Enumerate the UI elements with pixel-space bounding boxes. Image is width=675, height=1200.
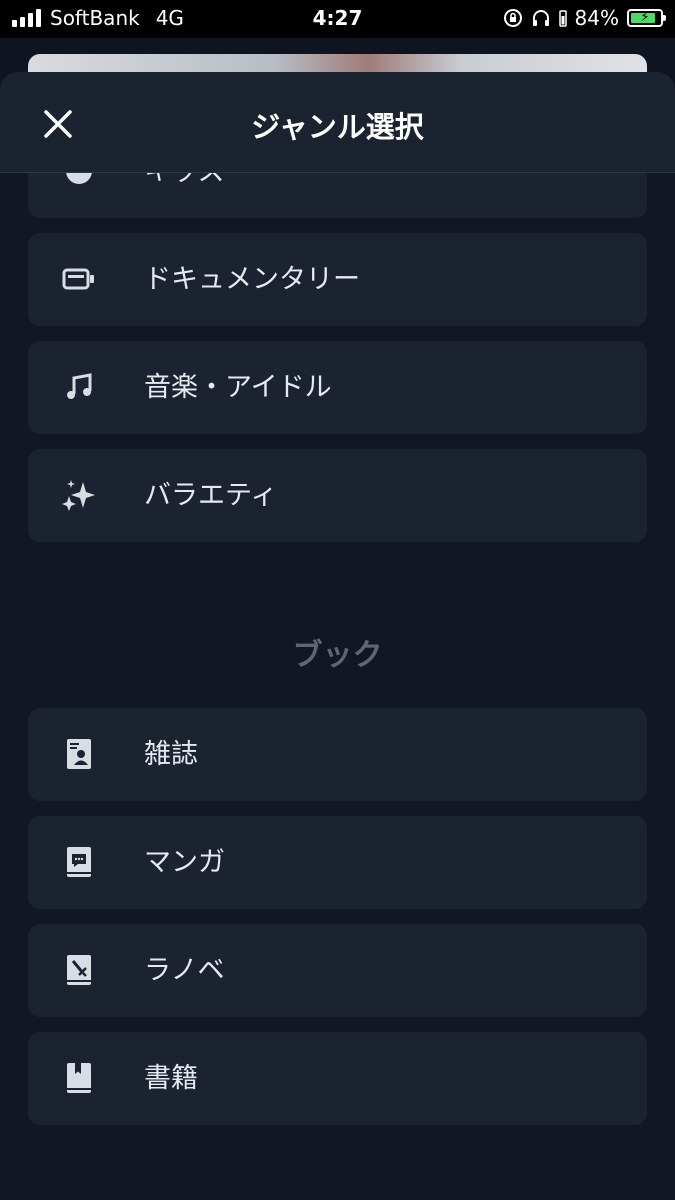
music-note-icon: [60, 368, 98, 406]
sparkles-icon: [60, 476, 98, 514]
genre-item-label: マンガ: [144, 847, 225, 878]
genre-item-music-idol[interactable]: 音楽・アイドル: [28, 341, 647, 434]
sheet-title: ジャンル選択: [251, 110, 424, 144]
genre-item-books[interactable]: 書籍: [28, 1032, 647, 1125]
camera-icon: [60, 260, 98, 298]
section-heading-book: ブック: [292, 638, 383, 673]
sheet-header: ジャンル選択: [0, 72, 675, 173]
manga-icon: [60, 843, 98, 881]
genre-item-light-novel[interactable]: ラノベ: [28, 924, 647, 1017]
genre-item-label: 書籍: [144, 1063, 198, 1094]
book-icon: [60, 1059, 98, 1097]
genre-item-label: バラエティ: [144, 480, 278, 511]
status-bar: SoftBank 4G 4:27 84% ⚡: [0, 0, 675, 38]
genre-item-documentary[interactable]: ドキュメンタリー: [28, 233, 647, 326]
rotation-lock-icon: [503, 9, 522, 27]
genre-select-sheet: ジャンル選択 キッズ ドキュメンタリー 音楽・アイドル: [0, 72, 675, 1200]
battery-percent: 84%: [574, 6, 619, 30]
light-novel-icon: [60, 951, 98, 989]
charging-bolt-icon: ⚡: [640, 10, 650, 25]
headphones-icon: [532, 10, 549, 26]
magazine-icon: [60, 735, 98, 773]
genre-item-label: 音楽・アイドル: [144, 372, 332, 403]
genre-item-label: 雑誌: [144, 739, 198, 770]
headphone-battery-icon: [558, 10, 567, 27]
genre-item-magazine[interactable]: 雑誌: [28, 708, 647, 801]
status-right: 84% ⚡: [503, 6, 666, 30]
genre-item-variety[interactable]: バラエティ: [28, 449, 647, 542]
genre-item-label: ラノベ: [144, 955, 225, 986]
battery-icon: ⚡: [627, 9, 666, 27]
genre-item-label: ドキュメンタリー: [144, 264, 360, 295]
genre-item-manga[interactable]: マンガ: [28, 816, 647, 909]
